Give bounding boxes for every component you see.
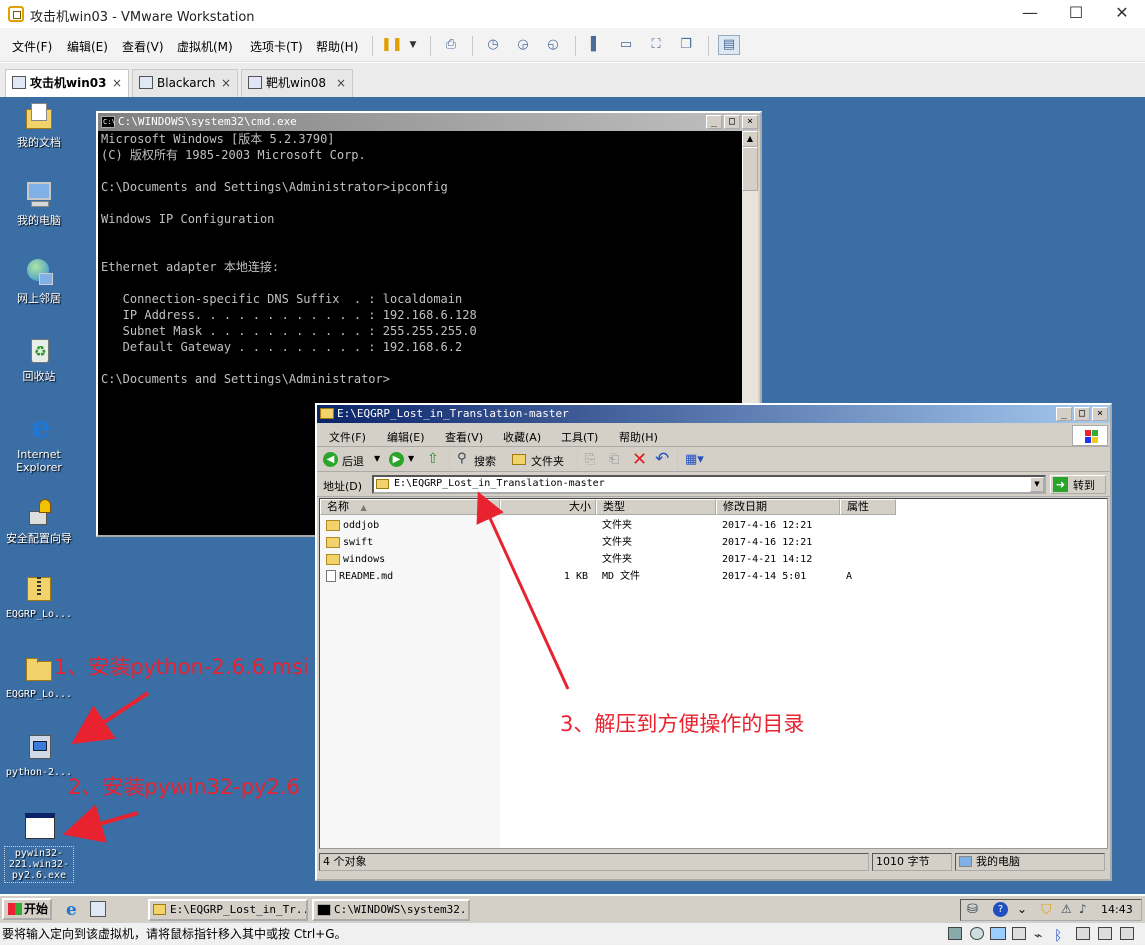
vm-icon (139, 76, 153, 89)
tab-close-icon[interactable]: × (112, 70, 122, 96)
windows-flag-icon (8, 903, 22, 915)
usb-icon[interactable]: ⌁ (1034, 925, 1042, 947)
taskbar-item-explorer[interactable]: E:\EQGRP_Lost_in_Tr... (148, 899, 308, 921)
snapshot-manager-icon[interactable]: ◵ (542, 35, 564, 55)
vmware-title-bar: 攻击机win03 - VMware Workstation — ☐ ✕ (0, 0, 1145, 28)
start-button[interactable]: 开始 (2, 898, 52, 920)
vm-icon (248, 76, 262, 89)
chevron-down-icon[interactable]: ▼ (402, 35, 424, 55)
vmware-app-icon (8, 6, 24, 22)
unity-icon[interactable]: ❐ (675, 35, 697, 55)
pause-icon[interactable]: ❚❚ (380, 35, 403, 55)
menu-file[interactable]: 文件(F) (12, 38, 52, 55)
sound-card-icon[interactable] (1098, 927, 1112, 940)
display-icon[interactable] (1076, 927, 1090, 940)
maximize-button[interactable]: ☐ (1053, 0, 1099, 28)
clock: 14:43 (1101, 903, 1133, 916)
arrow-to-address-bar (476, 491, 570, 690)
chevron-down-icon[interactable]: ⌄ (1017, 902, 1027, 916)
console-view-icon[interactable]: ▭ (615, 35, 637, 55)
help-tray-icon[interactable]: ? (993, 902, 1008, 917)
tab-label: 靶机win08 (266, 76, 327, 90)
arrow-to-python-installer (71, 691, 150, 745)
guest-taskbar: 开始 e E:\EQGRP_Lost_in_Tr... C:\WINDOWS\s… (0, 894, 1145, 922)
revert-snapshot-icon[interactable]: ◶ (512, 35, 534, 55)
network-connection-icon[interactable]: ⚠ (1061, 902, 1072, 916)
message-log-icon[interactable] (1120, 927, 1134, 940)
hard-disk-icon[interactable] (948, 927, 962, 940)
tab-blackarch[interactable]: Blackarch × (132, 69, 238, 97)
tab-label: Blackarch (157, 76, 216, 90)
vm-icon (12, 76, 26, 89)
library-view-icon[interactable]: ▌ (585, 35, 607, 55)
network-tray-icon[interactable]: ⛁ (967, 902, 978, 917)
bluetooth-icon[interactable]: ᛒ (1054, 925, 1062, 947)
tab-target-win08[interactable]: 靶机win08 × (241, 69, 353, 97)
toolbar-separator (472, 36, 473, 56)
quicklaunch-ie-icon[interactable]: e (66, 900, 77, 920)
toolbar-separator (708, 36, 709, 56)
tab-attacker-win03[interactable]: 攻击机win03 × (5, 69, 129, 98)
tab-label: 攻击机win03 (30, 76, 107, 90)
system-tray: ⛁ ? ⌄ ⛉ ⚠ ♪ 14:43 (960, 899, 1142, 921)
menu-tabs[interactable]: 选项卡(T) (250, 38, 303, 55)
vm-tab-bar: 攻击机win03 × Blackarch × 靶机win08 × (0, 63, 1145, 98)
menu-vm[interactable]: 虚拟机(M) (177, 38, 233, 55)
window-title: 攻击机win03 - VMware Workstation (30, 10, 255, 25)
toolbar-separator (430, 36, 431, 56)
volume-icon[interactable]: ♪ (1079, 902, 1087, 916)
snapshot-icon[interactable]: ◷ (482, 35, 504, 55)
vmware-status-bar: 要将输入定向到该虚拟机，请将鼠标指针移入其中或按 Ctrl+G。 ⌁ ᛒ (0, 922, 1145, 945)
taskbar-item-cmd[interactable]: C:\WINDOWS\system32... (312, 899, 470, 921)
folder-icon (153, 904, 166, 915)
fullscreen-icon[interactable]: ⛶ (645, 35, 667, 55)
tab-close-icon[interactable]: × (336, 70, 346, 96)
thumbnail-view-icon[interactable]: ▤ (718, 35, 740, 55)
menu-help[interactable]: 帮助(H) (316, 38, 358, 55)
toolbar-separator (575, 36, 576, 56)
minimize-button[interactable]: — (1007, 0, 1053, 28)
menu-edit[interactable]: 编辑(E) (67, 38, 108, 55)
menu-separator (372, 36, 373, 56)
guest-desktop[interactable]: 我的文档 我的电脑 网上邻居 ♻ 回收站 e Internet Explorer (0, 97, 1145, 894)
send-ctrl-alt-del-icon[interactable]: ⎙ (440, 35, 462, 55)
shield-icon[interactable]: ⛉ (1041, 902, 1052, 918)
close-button[interactable]: ✕ (1099, 0, 1145, 28)
tab-close-icon[interactable]: × (221, 70, 231, 96)
annotation-arrows (62, 491, 570, 843)
status-hint: 要将输入定向到该虚拟机，请将鼠标指针移入其中或按 Ctrl+G。 (2, 927, 347, 941)
printer-icon[interactable] (1012, 927, 1026, 940)
cmd-icon (317, 904, 331, 916)
menu-view[interactable]: 查看(V) (122, 38, 164, 55)
network-adapter-icon[interactable] (990, 927, 1006, 940)
quicklaunch-desktop-icon[interactable] (90, 901, 106, 917)
vmware-menu-bar: 文件(F) 编辑(E) 查看(V) 虚拟机(M) 选项卡(T) 帮助(H) ❚❚… (0, 28, 1145, 62)
cd-drive-icon[interactable] (970, 927, 984, 940)
arrow-to-pywin32-installer (62, 804, 139, 843)
